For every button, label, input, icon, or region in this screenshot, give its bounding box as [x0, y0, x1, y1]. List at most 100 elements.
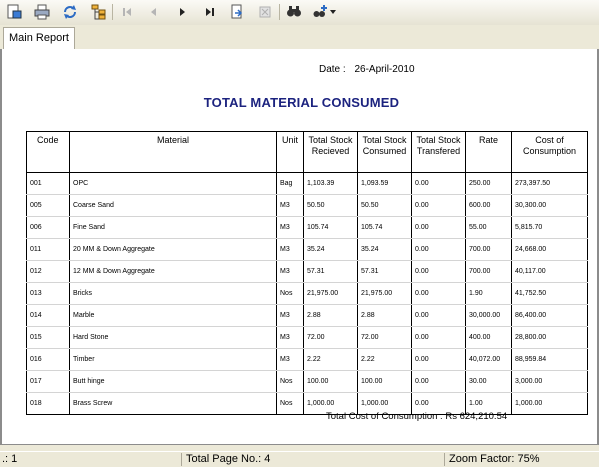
table-row: 015 Hard Stone M3 72.00 72.00 0.00 400.00 28,80…: [26, 326, 588, 349]
print-button[interactable]: [32, 3, 51, 21]
cell-consumed: 105.74: [357, 216, 412, 239]
refresh-button[interactable]: [60, 3, 79, 21]
zoom-button[interactable]: [310, 3, 329, 21]
material-table-body: 001 OPC Bag 1,103.39 1,093.59 0.00 250.00 273,3…: [26, 172, 588, 415]
table-row: 006 Fine Sand M3 105.74 105.74 0.00 55.00 5,815…: [26, 216, 588, 239]
table-header-row: Code Material Unit Total Stock Recieved …: [26, 131, 588, 173]
cell-received: 100.00: [303, 370, 358, 393]
status-bar: .: 1 Total Page No.: 4 Zoom Factor: 75%: [0, 451, 599, 467]
table-row: 013 Bricks Nos 21,975.00 21,975.00 0.00 1.90 41…: [26, 282, 588, 305]
cell-transfered: 0.00: [411, 260, 466, 283]
cell-transfered: 0.00: [411, 194, 466, 217]
current-page-status: .: 1: [2, 453, 18, 465]
export-button[interactable]: [4, 3, 23, 21]
cell-material: Timber: [69, 348, 277, 371]
cell-unit: M3: [276, 194, 304, 217]
cell-rate: 40,072.00: [465, 348, 512, 371]
prev-page-button[interactable]: [144, 3, 163, 21]
material-table: Code Material Unit Total Stock Recieved …: [26, 131, 588, 415]
tab-strip: Main Report: [0, 25, 599, 50]
cell-transfered: 0.00: [411, 348, 466, 371]
cell-rate: 30.00: [465, 370, 512, 393]
cell-transfered: 0.00: [411, 216, 466, 239]
zoom-dropdown[interactable]: [328, 3, 338, 21]
cell-received: 72.00: [303, 326, 358, 349]
cell-unit: Nos: [276, 370, 304, 393]
cell-material: Hard Stone: [69, 326, 277, 349]
refresh-icon: [63, 5, 76, 19]
cell-unit: M3: [276, 304, 304, 327]
cell-code: 014: [26, 304, 70, 327]
col-header-rate: Rate: [465, 131, 512, 173]
goto-page-button[interactable]: [227, 3, 246, 21]
col-header-received: Total Stock Recieved: [303, 131, 358, 173]
cell-cost: 3,000.00: [511, 370, 588, 393]
goto-page-icon: [231, 4, 242, 19]
cell-cost: 24,668.00: [511, 238, 588, 261]
cell-received: 105.74: [303, 216, 358, 239]
cell-received: 2.88: [303, 304, 358, 327]
total-cost-line: Total Cost of Consumption : Rs 624,210.5…: [326, 411, 508, 422]
first-page-button[interactable]: [117, 3, 136, 21]
col-header-material: Material: [69, 131, 277, 173]
cell-consumed: 35.24: [357, 238, 412, 261]
search-button[interactable]: [284, 3, 303, 21]
cell-unit: M3: [276, 348, 304, 371]
last-page-icon: [205, 8, 214, 16]
cell-code: 015: [26, 326, 70, 349]
cell-code: 012: [26, 260, 70, 283]
prev-page-icon: [150, 8, 156, 16]
cell-received: 1,103.39: [303, 172, 358, 195]
next-page-button[interactable]: [172, 3, 191, 21]
cell-unit: M3: [276, 238, 304, 261]
table-row: 014 Marble M3 2.88 2.88 0.00 30,000.00 86,400.0…: [26, 304, 588, 327]
cell-code: 005: [26, 194, 70, 217]
cell-cost: 273,397.50: [511, 172, 588, 195]
cell-consumed: 57.31: [357, 260, 412, 283]
cell-consumed: 100.00: [357, 370, 412, 393]
report-title: TOTAL MATERIAL CONSUMED: [203, 95, 400, 110]
print-icon: [34, 4, 49, 20]
group-tree-icon: [91, 4, 105, 20]
cell-code: 016: [26, 348, 70, 371]
col-header-code: Code: [26, 131, 70, 173]
table-row: 011 20 MM & Down Aggregate M3 35.24 35.24 0.0…: [26, 238, 588, 261]
table-row: 016 Timber M3 2.22 2.22 0.00 40,072.00 88,959.8…: [26, 348, 588, 371]
tab-main-report[interactable]: Main Report: [3, 27, 75, 49]
cell-transfered: 0.00: [411, 238, 466, 261]
cell-material: Fine Sand: [69, 216, 277, 239]
cell-consumed: 21,975.00: [357, 282, 412, 305]
cell-rate: 250.00: [465, 172, 512, 195]
cell-cost: 88,959.84: [511, 348, 588, 371]
cell-rate: 400.00: [465, 326, 512, 349]
cell-unit: Nos: [276, 392, 304, 415]
cell-cost: 40,117.00: [511, 260, 588, 283]
col-header-consumed: Total Stock Consumed: [357, 131, 412, 173]
cell-received: 21,975.00: [303, 282, 358, 305]
report-viewer[interactable]: Date : 26-April-2010 TOTAL MATERIAL CONS…: [0, 49, 599, 444]
cell-rate: 30,000.00: [465, 304, 512, 327]
cell-cost: 28,800.00: [511, 326, 588, 349]
cell-material: Brass Screw: [69, 392, 277, 415]
last-page-button[interactable]: [200, 3, 219, 21]
cell-material: Marble: [69, 304, 277, 327]
cell-material: 20 MM & Down Aggregate: [69, 238, 277, 261]
cell-material: Bricks: [69, 282, 277, 305]
group-tree-button[interactable]: [89, 3, 108, 21]
report-toolbar: [0, 0, 599, 26]
col-header-unit: Unit: [276, 131, 304, 173]
cell-rate: 600.00: [465, 194, 512, 217]
total-pages-status: Total Page No.: 4: [186, 453, 271, 465]
table-row: 017 Butt hinge Nos 100.00 100.00 0.00 30.00 3,0…: [26, 370, 588, 393]
table-row: 005 Coarse Sand M3 50.50 50.50 0.00 600.00 30,3…: [26, 194, 588, 217]
zoom-icon: [313, 5, 327, 17]
cell-material: Coarse Sand: [69, 194, 277, 217]
cell-consumed: 2.22: [357, 348, 412, 371]
cell-consumed: 50.50: [357, 194, 412, 217]
cell-unit: M3: [276, 260, 304, 283]
close-view-button[interactable]: [255, 3, 274, 21]
cell-unit: M3: [276, 216, 304, 239]
cell-code: 011: [26, 238, 70, 261]
cell-transfered: 0.00: [411, 282, 466, 305]
dropdown-arrow-icon: [330, 10, 336, 14]
